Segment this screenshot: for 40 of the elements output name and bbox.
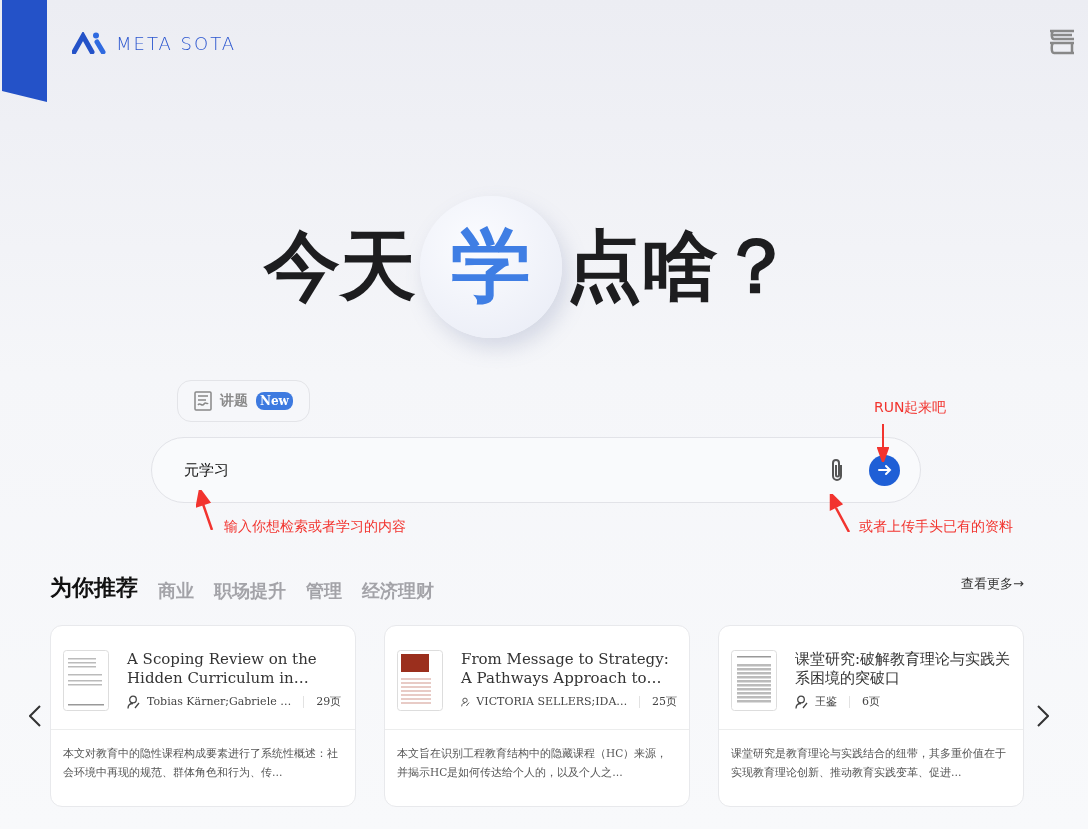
document-summary: 本文对教育中的隐性课程构成要素进行了系统性概述：社会环境中再现的规范、群体角色和行为、传… xyxy=(62,746,339,780)
page-count: 25页 xyxy=(652,694,677,709)
document-authors: Tobias Kärner;Gabriele … xyxy=(147,695,292,708)
annotation-text: 输入你想检索或者学习的内容 xyxy=(224,518,406,536)
author-icon xyxy=(127,694,141,709)
document-title: A Scoping Review on the Hidden Curriculum in… xyxy=(127,650,318,688)
category-tab[interactable]: 为你推荐 xyxy=(50,573,138,603)
arrow-right-icon xyxy=(877,463,892,477)
document-authors: VICTORIA SELLERS;IDA… xyxy=(476,695,628,708)
logo-icon xyxy=(72,32,108,54)
document-thumbnail xyxy=(63,650,109,711)
annotation-arrow xyxy=(877,424,889,462)
document-thumbnail xyxy=(397,650,443,711)
new-badge: New xyxy=(256,392,293,410)
author-icon xyxy=(795,694,809,709)
document-summary: 本文旨在识别工程教育结构中的隐藏课程（HC）来源，并揭示HC是如何传达给个人的，以及个人之… xyxy=(396,746,669,780)
library-button[interactable] xyxy=(1048,28,1076,56)
document-card[interactable]: From Message to Strategy: A Pathways Approach to… VICTORIA SELLERS;IDA… 25页 本文旨在识别工程教育结构中的隐藏课程（HC）来源，并揭示HC是如何传达给个人的，以及个人之… xyxy=(384,625,690,807)
annotation-arrow xyxy=(829,494,851,532)
document-authors: 王鉴 xyxy=(815,694,837,709)
document-card[interactable]: 课堂研究:破解教育理论与实践关系困境的突破口 王鉴 6页 课堂研究是教育理论与实践结合的纽带，其多重价值在于实现教育理论创新、推动教育实践变革、促进… xyxy=(718,625,1024,807)
hero-title-end: 点啥？ xyxy=(566,219,794,312)
hero-title-start: 今天 xyxy=(264,219,416,312)
document-title: 课堂研究:破解教育理论与实践关系困境的突破口 xyxy=(795,650,1011,688)
document-icon xyxy=(194,391,212,411)
search-input[interactable]: 元学习 xyxy=(182,460,805,480)
see-more-link[interactable]: 查看更多→ xyxy=(961,575,1024,593)
document-card[interactable]: A Scoping Review on the Hidden Curriculum in… Tobias Kärner;Gabriele … 29页 本文对教育中的隐性课程构成要素进行了系统性概述：社会环境中再现的规范、群体角色和行为、传… xyxy=(50,625,356,807)
submit-button[interactable] xyxy=(869,454,900,486)
annotation-arrow xyxy=(196,490,214,530)
document-title: From Message to Strategy: A Pathways Approach to… xyxy=(461,650,670,688)
logo-text: META SOTA xyxy=(116,32,237,54)
hero-highlight: 学 xyxy=(420,196,562,338)
annotation-text: RUN起来吧 xyxy=(874,399,947,417)
document-summary: 课堂研究是教育理论与实践结合的纽带，其多重价值在于实现教育理论创新、推动教育实践变革、促进… xyxy=(730,746,1007,780)
page-count: 29页 xyxy=(316,694,342,709)
annotation-text: 或者上传手头已有的资料 xyxy=(859,518,1013,536)
document-thumbnail xyxy=(731,650,777,711)
page-count: 6页 xyxy=(862,694,880,709)
mode-chip[interactable]: 讲题 New xyxy=(177,380,310,422)
